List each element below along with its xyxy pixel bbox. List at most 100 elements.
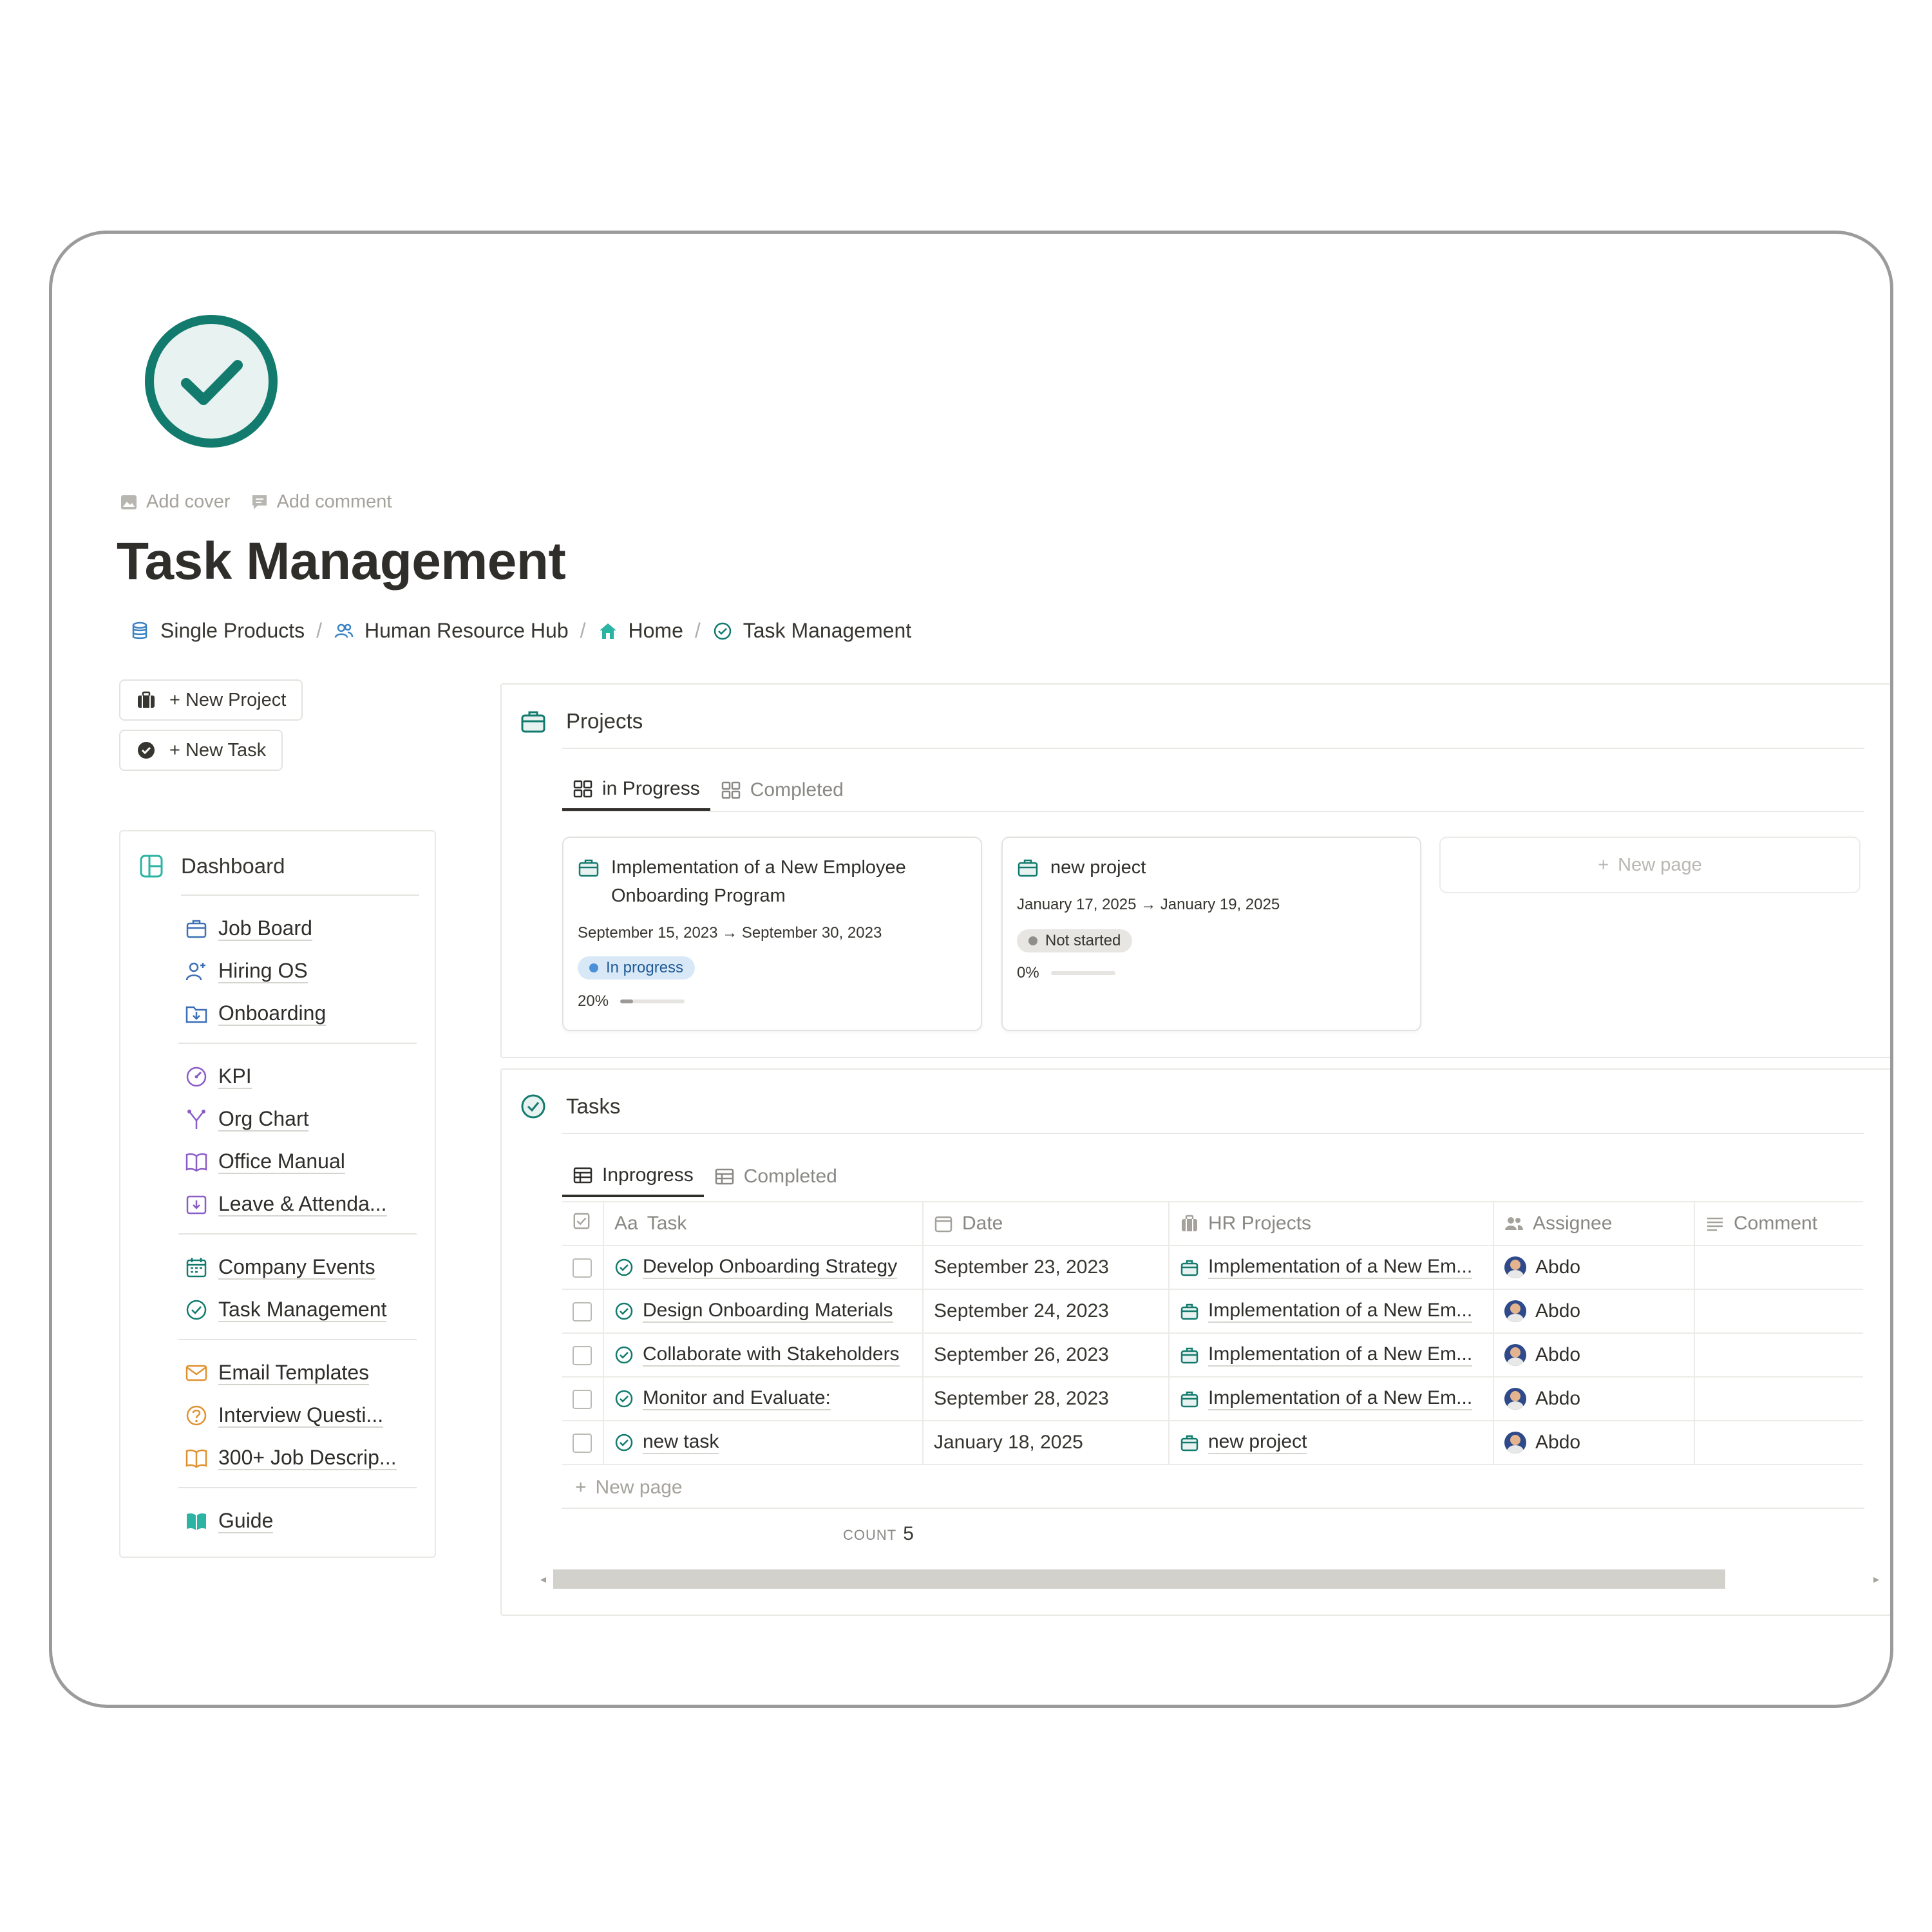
add-comment-button[interactable]: Add comment bbox=[250, 491, 392, 513]
project-card[interactable]: new project January 17, 2025 → January 1… bbox=[1001, 837, 1421, 1031]
project-link[interactable]: Implementation of a New Em... bbox=[1208, 1300, 1473, 1323]
tab-completed[interactable]: Completed bbox=[704, 1156, 848, 1197]
checkbox[interactable] bbox=[573, 1302, 592, 1322]
table-row[interactable]: new task January 18, 2025 new project Ab… bbox=[562, 1421, 1863, 1465]
tasks-header[interactable]: Tasks bbox=[520, 1093, 620, 1120]
breadcrumb-home[interactable]: Home bbox=[598, 619, 683, 643]
divider bbox=[562, 1133, 1864, 1134]
project-cell[interactable]: Implementation of a New Em... bbox=[1168, 1245, 1493, 1290]
checkbox[interactable] bbox=[573, 1434, 592, 1454]
checkbox[interactable] bbox=[573, 1258, 592, 1278]
select-all-header[interactable] bbox=[562, 1201, 603, 1246]
task-cell[interactable]: Monitor and Evaluate: bbox=[603, 1377, 923, 1421]
project-cell[interactable]: Implementation of a New Em... bbox=[1168, 1333, 1493, 1378]
column-label: Task bbox=[647, 1213, 687, 1234]
checkbox[interactable] bbox=[573, 1346, 592, 1366]
projects-header[interactable]: Projects bbox=[520, 708, 643, 735]
table-row[interactable]: Develop Onboarding Strategy September 23… bbox=[562, 1245, 1863, 1290]
project-link[interactable]: new project bbox=[1208, 1431, 1307, 1455]
database-icon bbox=[132, 621, 147, 639]
assignee-name: Abdo bbox=[1535, 1344, 1581, 1365]
assignee-cell[interactable]: Abdo bbox=[1493, 1245, 1694, 1290]
row-checkbox[interactable] bbox=[562, 1377, 603, 1421]
date-cell[interactable]: September 26, 2023 bbox=[922, 1333, 1169, 1378]
status-dot bbox=[1028, 936, 1037, 945]
task-cell[interactable]: Collaborate with Stakeholders bbox=[603, 1333, 923, 1378]
assignee-cell[interactable]: Abdo bbox=[1493, 1333, 1694, 1378]
column-header-assignee[interactable]: Assignee bbox=[1493, 1201, 1694, 1246]
checkbox[interactable] bbox=[573, 1390, 592, 1410]
task-cell[interactable]: Develop Onboarding Strategy bbox=[603, 1245, 923, 1290]
new-project-button[interactable]: + New Project bbox=[119, 679, 303, 721]
tab-label: Completed bbox=[743, 1166, 837, 1187]
scroll-right-icon[interactable]: ▸ bbox=[1873, 1573, 1879, 1586]
assignee-name: Abdo bbox=[1535, 1432, 1581, 1453]
assignee-cell[interactable]: Abdo bbox=[1493, 1289, 1694, 1334]
table-row[interactable]: Design Onboarding Materials September 24… bbox=[562, 1289, 1863, 1334]
sidebar-item-hiring-os[interactable]: Hiring OS bbox=[185, 950, 417, 992]
column-header-hr-projects[interactable]: HR Projects bbox=[1168, 1201, 1493, 1246]
task-cell[interactable]: new task bbox=[603, 1421, 923, 1465]
sidebar-item-kpi[interactable]: KPI bbox=[185, 1056, 417, 1098]
date-cell[interactable]: September 24, 2023 bbox=[922, 1289, 1169, 1334]
count-summary[interactable]: COUNT 5 bbox=[843, 1523, 914, 1545]
tab-in-progress[interactable]: in Progress bbox=[562, 770, 710, 811]
new-page-card-button[interactable]: + New page bbox=[1439, 837, 1861, 893]
task-cell[interactable]: Design Onboarding Materials bbox=[603, 1289, 923, 1334]
comment-cell[interactable] bbox=[1694, 1421, 1863, 1465]
assignee-cell[interactable]: Abdo bbox=[1493, 1377, 1694, 1421]
project-link[interactable]: Implementation of a New Em... bbox=[1208, 1387, 1473, 1411]
column-header-task[interactable]: Aa Task bbox=[603, 1201, 923, 1246]
comment-cell[interactable] bbox=[1694, 1333, 1863, 1378]
sidebar-item-org-chart[interactable]: Org Chart bbox=[185, 1098, 417, 1141]
scroll-left-icon[interactable]: ◂ bbox=[540, 1573, 546, 1586]
tab-inprogress[interactable]: Inprogress bbox=[562, 1156, 704, 1197]
table-row[interactable]: Collaborate with Stakeholders September … bbox=[562, 1333, 1863, 1378]
breadcrumb-single-products[interactable]: Single Products bbox=[129, 619, 305, 643]
sidebar-item-email-templates[interactable]: Email Templates bbox=[185, 1352, 417, 1394]
sidebar-item-label: Task Management bbox=[218, 1298, 387, 1323]
new-page-row-button[interactable]: + New page bbox=[575, 1477, 683, 1499]
row-checkbox[interactable] bbox=[562, 1333, 603, 1378]
project-cell[interactable]: Implementation of a New Em... bbox=[1168, 1289, 1493, 1334]
sidebar-item-job-descriptions[interactable]: 300+ Job Descrip... bbox=[185, 1437, 417, 1479]
sidebar-item-company-events[interactable]: Company Events bbox=[185, 1246, 417, 1289]
column-header-date[interactable]: Date bbox=[922, 1201, 1169, 1246]
briefcase-icon bbox=[1180, 1347, 1198, 1364]
sidebar-item-task-management[interactable]: Task Management bbox=[185, 1289, 417, 1331]
row-checkbox[interactable] bbox=[562, 1245, 603, 1290]
row-checkbox[interactable] bbox=[562, 1421, 603, 1465]
sidebar-item-office-manual[interactable]: Office Manual bbox=[185, 1141, 417, 1183]
date-cell[interactable]: September 28, 2023 bbox=[922, 1377, 1169, 1421]
date-cell[interactable]: September 23, 2023 bbox=[922, 1245, 1169, 1290]
add-cover-button[interactable]: Add cover bbox=[119, 491, 231, 513]
check-circle-page-icon[interactable] bbox=[144, 314, 279, 449]
assignee-cell[interactable]: Abdo bbox=[1493, 1421, 1694, 1465]
new-task-button[interactable]: + New Task bbox=[119, 730, 283, 771]
horizontal-scrollbar[interactable]: ◂ ▸ bbox=[540, 1569, 1890, 1589]
sidebar-item-interview-questions[interactable]: Interview Questi... bbox=[185, 1394, 417, 1437]
sidebar-item-job-board[interactable]: Job Board bbox=[185, 907, 417, 950]
date-cell[interactable]: January 18, 2025 bbox=[922, 1421, 1169, 1465]
breadcrumb-human-resource-hub[interactable]: Human Resource Hub bbox=[334, 619, 569, 643]
sidebar-item-onboarding[interactable]: Onboarding bbox=[185, 992, 417, 1035]
sidebar-item-leave-attendance[interactable]: Leave & Attenda... bbox=[185, 1183, 417, 1226]
page-title[interactable]: Task Management bbox=[117, 531, 566, 592]
dashboard-link[interactable]: Dashboard bbox=[138, 853, 285, 879]
scroll-thumb[interactable] bbox=[553, 1569, 1725, 1589]
project-cell[interactable]: Implementation of a New Em... bbox=[1168, 1377, 1493, 1421]
table-row[interactable]: Monitor and Evaluate: September 28, 2023… bbox=[562, 1377, 1863, 1421]
project-card[interactable]: Implementation of a New Employee Onboard… bbox=[562, 837, 982, 1031]
project-link[interactable]: Implementation of a New Em... bbox=[1208, 1256, 1473, 1280]
project-cell[interactable]: new project bbox=[1168, 1421, 1493, 1465]
sidebar-item-guide[interactable]: Guide bbox=[185, 1500, 417, 1542]
comment-cell[interactable] bbox=[1694, 1377, 1863, 1421]
tab-completed[interactable]: Completed bbox=[710, 770, 854, 811]
breadcrumb-task-management[interactable]: Task Management bbox=[712, 619, 911, 643]
row-checkbox[interactable] bbox=[562, 1289, 603, 1334]
task-name: new task bbox=[643, 1431, 719, 1455]
project-link[interactable]: Implementation of a New Em... bbox=[1208, 1343, 1473, 1367]
column-header-comment[interactable]: Comment bbox=[1694, 1201, 1863, 1246]
comment-cell[interactable] bbox=[1694, 1289, 1863, 1334]
comment-cell[interactable] bbox=[1694, 1245, 1863, 1290]
